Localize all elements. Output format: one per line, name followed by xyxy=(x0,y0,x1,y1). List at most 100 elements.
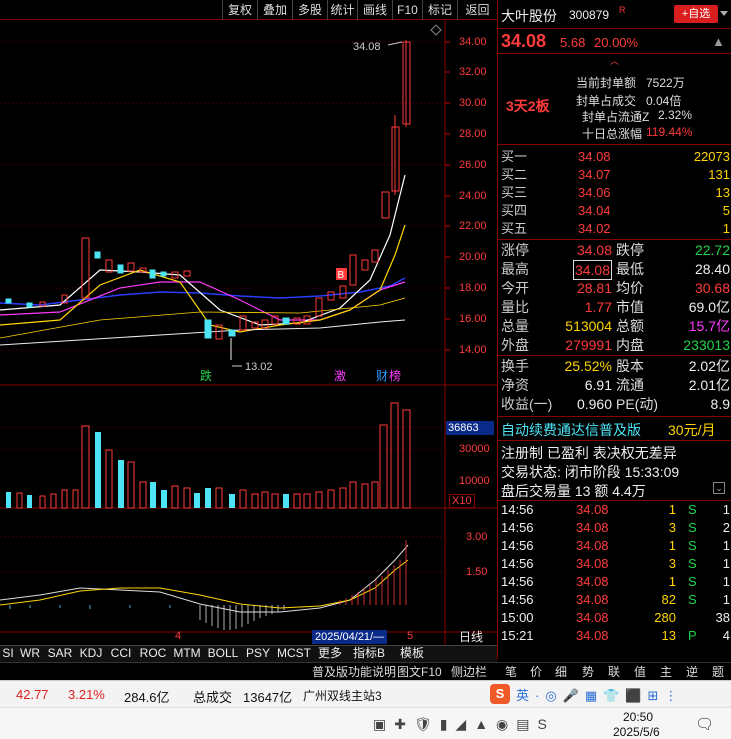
ind-si[interactable]: SI xyxy=(0,645,16,662)
ind-more[interactable]: 更多 xyxy=(314,645,346,662)
ind-mtm[interactable]: MTM xyxy=(170,645,204,662)
ind-psy[interactable]: PSY xyxy=(242,645,274,662)
tab-lian[interactable]: 联 xyxy=(608,663,620,680)
bid-volume: 13 xyxy=(715,185,730,200)
promo-price[interactable]: 30元/月 xyxy=(668,420,715,440)
promo-text[interactable]: 自动续费通达信普及版 xyxy=(501,420,641,440)
quote-val: 15.7亿 xyxy=(688,318,730,334)
toolbar-fanhui-button[interactable]: 返回 xyxy=(457,0,497,20)
status-bar: 42.77 3.21% 284.6亿 总成交 13647亿 广州双线主站3 S … xyxy=(0,680,731,707)
stock-pct: 20.00% xyxy=(594,35,639,50)
tab-ti[interactable]: 题 xyxy=(712,663,724,680)
fin-row-2: 收益(一) 0.960 PE(动) 8.9 xyxy=(498,395,731,413)
toolbar-diejia-button[interactable]: 叠加 xyxy=(257,0,292,20)
bid-label: 买二 xyxy=(501,167,528,182)
fin-val: 25.52% xyxy=(564,358,612,374)
quote-row-5: 外盘 279991 内盘 233013 xyxy=(498,336,731,354)
tick-num: 2 xyxy=(722,520,730,535)
tick-num: 1 xyxy=(722,538,730,553)
kline-chart[interactable]: 34.08 13.02 B 跌 激 财 榜 xyxy=(0,20,497,645)
tab-zhi[interactable]: 值 xyxy=(634,663,646,680)
tab-ni[interactable]: 逆 xyxy=(686,663,698,680)
tab-jia[interactable]: 价 xyxy=(530,663,542,680)
axis-price-7: 20.00 xyxy=(459,251,487,263)
quote-key: 最低 xyxy=(616,261,644,277)
quote-key: 量比 xyxy=(501,299,529,315)
link-pujiban-help[interactable]: 普及版功能说明 xyxy=(312,663,396,680)
link-tuwen-f10[interactable]: 图文F10 xyxy=(397,663,442,680)
tab-shi[interactable]: 势 xyxy=(582,663,594,680)
axis-price-3: 28.00 xyxy=(459,128,487,140)
quote-val: 28.81 xyxy=(576,280,612,296)
seal-row-2-label: 封单占流通Z xyxy=(582,110,650,124)
ind-kdj[interactable]: KDJ xyxy=(76,645,106,662)
notification-icon[interactable]: 🗨 xyxy=(695,715,714,733)
fin-val: 0.960 xyxy=(576,396,612,412)
tick-time: 14:56 xyxy=(501,520,534,535)
tick-row: 15:21 34.08 13 P 4 xyxy=(498,627,731,645)
tray-app-icons[interactable]: ▣✚🛡▮◢▲◉▤S xyxy=(373,716,555,733)
toolbar-huaxian-button[interactable]: 画线 xyxy=(357,0,392,20)
tick-price: 34.08 xyxy=(576,610,609,625)
quote-row-1: 最高 34.08 最低 28.40 xyxy=(498,260,731,280)
toolbar-tongji-button[interactable]: 统计 xyxy=(327,0,357,20)
tick-side: S xyxy=(688,538,697,553)
tick-num: 4 xyxy=(722,628,730,643)
quote-key: 内盘 xyxy=(616,337,644,353)
tick-row: 14:56 34.08 3 S 2 xyxy=(498,519,731,537)
seal-row-2-value: 2.32% xyxy=(658,108,693,122)
link-sidebar[interactable]: 侧边栏 xyxy=(451,663,487,680)
tick-time: 14:56 xyxy=(501,574,534,589)
ind-cci[interactable]: CCI xyxy=(106,645,136,662)
fin-val: 6.91 xyxy=(584,377,612,393)
quote-row-4: 总量 513004 总额 15.7亿 xyxy=(498,317,731,335)
add-watchlist-button[interactable]: +自选 xyxy=(674,5,718,23)
tick-row: 14:56 34.08 1 S 1 xyxy=(498,537,731,555)
toolbar-duogu-button[interactable]: 多股 xyxy=(292,0,327,20)
tab-bi[interactable]: 笔 xyxy=(505,663,517,680)
add-watchlist-dropdown-icon[interactable] xyxy=(720,11,728,16)
tick-side: S xyxy=(688,574,697,589)
tick-price: 34.08 xyxy=(576,628,609,643)
quote-val: 513004 xyxy=(565,318,612,334)
ind-boll[interactable]: BOLL xyxy=(204,645,242,662)
bid-volume: 1 xyxy=(722,221,730,236)
ime-icons[interactable]: 英·◎🎤▦👕⬛⊞⋮ xyxy=(516,685,683,704)
axis-macd-1: 1.50 xyxy=(466,566,488,578)
registration-info: 注册制 已盈利 表决权无差异 xyxy=(501,445,677,461)
bid-volume: 131 xyxy=(708,167,730,182)
tick-vol: 1 xyxy=(668,502,676,517)
ind-roc[interactable]: ROC xyxy=(136,645,170,662)
tick-num: 38 xyxy=(715,610,730,625)
axis-price-6: 22.00 xyxy=(459,220,487,232)
date-tick-5: 5 xyxy=(407,630,414,642)
axis-price-2: 30.00 xyxy=(459,97,487,109)
stock-price: 34.08 xyxy=(501,31,547,51)
collapse-arrow-icon[interactable]: ︿ xyxy=(610,54,619,67)
ime-s-icon[interactable]: S xyxy=(490,684,510,704)
app-window: 复权 叠加 多股 统计 画线 F10 标记 返回 34.08 13.02 B 跌… xyxy=(0,0,731,739)
toolbar-f10-button[interactable]: F10 xyxy=(392,0,422,20)
toolbar-fuquan-button[interactable]: 复权 xyxy=(222,0,257,20)
ind-template[interactable]: 模板 xyxy=(392,645,432,662)
tab-xi[interactable]: 细 xyxy=(555,663,567,680)
ind-sar[interactable]: SAR xyxy=(44,645,76,662)
server-name[interactable]: 广州双线主站3 xyxy=(303,687,382,704)
expand-icon[interactable]: ⌄ xyxy=(713,482,725,494)
tick-row: 14:56 34.08 82 S 1 xyxy=(498,591,731,609)
ind-wr[interactable]: WR xyxy=(16,645,44,662)
fin-val: 8.9 xyxy=(710,396,730,412)
tick-time: 15:00 xyxy=(501,610,534,625)
quote-val: 233013 xyxy=(683,337,730,353)
tick-vol: 280 xyxy=(654,610,676,625)
seal-row-3-label: 十日总涨幅 xyxy=(582,127,643,141)
seal-row-3-value: 119.44% xyxy=(646,125,693,139)
fin-row-0: 换手 25.52% 股本 2.02亿 xyxy=(498,357,731,375)
tab-zhu[interactable]: 主 xyxy=(660,663,672,680)
period-daily-button[interactable]: 日线 xyxy=(446,630,496,645)
bid-price: 34.04 xyxy=(578,203,611,218)
ind-mcst[interactable]: MCST xyxy=(274,645,314,662)
toolbar-biaoji-button[interactable]: 标记 xyxy=(422,0,457,20)
notification-bell-icon[interactable]: ▲ xyxy=(712,34,725,49)
ind-zhibiao-b[interactable]: 指标B xyxy=(346,645,392,662)
